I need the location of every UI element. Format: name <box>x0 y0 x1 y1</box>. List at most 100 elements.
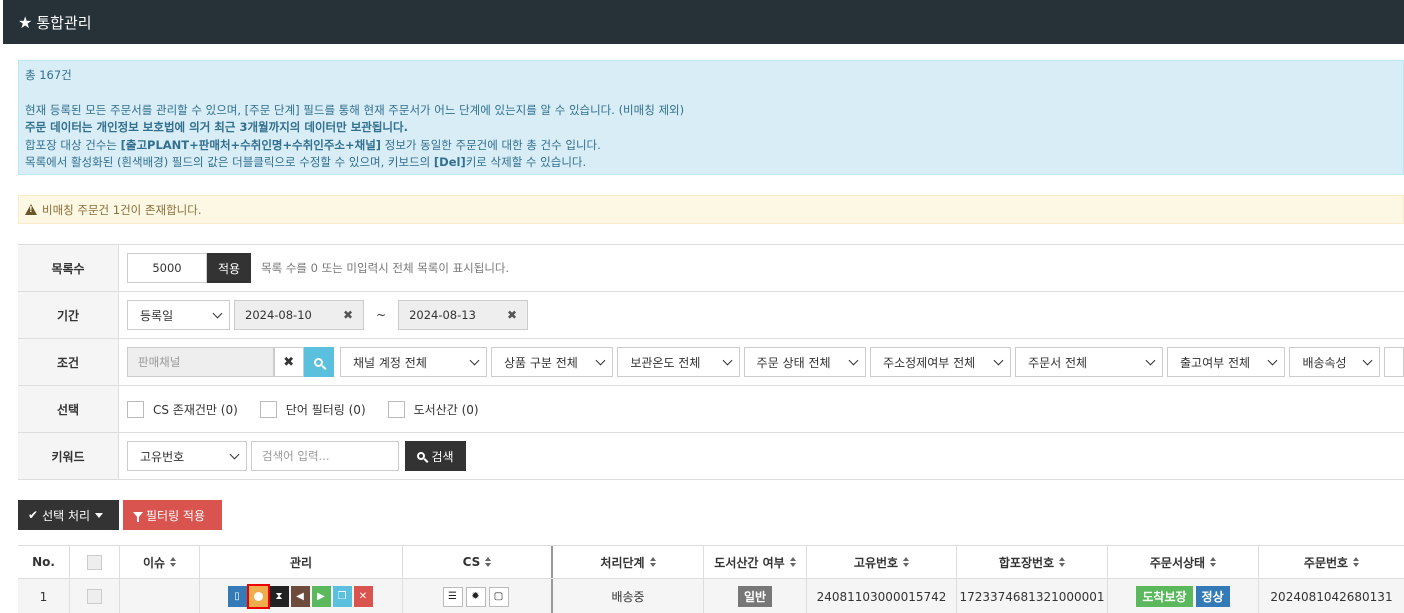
order-status-select[interactable]: 주문 상태 전체 <box>743 347 867 377</box>
cell-unique-id: 24081103000015742 <box>807 579 957 613</box>
select-value: 출고여부 전체 <box>1180 355 1251 370</box>
bulk-action-button[interactable]: ✔ 선택 처리 <box>18 500 119 530</box>
more-select[interactable] <box>1384 347 1404 377</box>
chevron-down-icon <box>229 449 240 459</box>
sort-icon <box>903 557 910 567</box>
orders-table: No. 이슈 관리 CS 처리단계 도서산간 여부 고유번호 합포장번호 주문서… <box>18 545 1404 613</box>
chevron-down-icon <box>1145 355 1156 365</box>
col-label: 합포장번호 <box>998 555 1055 570</box>
channel-placeholder: 판매채널 <box>138 355 181 369</box>
date-from-field[interactable]: 2024-08-10 ✖ <box>234 300 364 330</box>
select-value: 주문 상태 전체 <box>756 355 831 370</box>
col-island[interactable]: 도서산간 여부 <box>704 546 807 578</box>
storage-temp-select[interactable]: 보관온도 전체 <box>617 347 740 377</box>
row-checkbox[interactable] <box>87 589 102 604</box>
table-header: No. 이슈 관리 CS 처리단계 도서산간 여부 고유번호 합포장번호 주문서… <box>18 546 1404 579</box>
col-order-status[interactable]: 주문서상태 <box>1108 546 1259 578</box>
clear-icon[interactable]: ✖ <box>507 308 517 322</box>
col-unique-id[interactable]: 고유번호 <box>807 546 957 578</box>
check-icon: ✔ <box>28 508 39 522</box>
shipping-status-select[interactable]: 출고여부 전체 <box>1167 347 1286 377</box>
warning-text: 비매칭 주문건 1건이 존재합니다. <box>42 202 202 217</box>
col-label: 처리단계 <box>600 555 645 570</box>
checkbox-label: CS 존재건만 (0) <box>153 402 238 417</box>
settings-sliders-icon[interactable]: ☰ <box>442 586 463 607</box>
product-type-select[interactable]: 상품 구분 전체 <box>490 347 614 377</box>
keyword-field-value: 고유번호 <box>140 449 185 464</box>
order-sheet-select[interactable]: 주문서 전체 <box>1015 347 1164 377</box>
caret-down-icon <box>95 512 104 518</box>
status-badge: 정상 <box>1195 586 1230 607</box>
cell-no: 1 <box>18 579 70 613</box>
forward-icon[interactable]: ▶ <box>311 586 331 607</box>
apply-filter-label: 필터링 적용 <box>146 508 206 523</box>
row-keyword: 키워드 고유번호 검색어 입력... 검색 <box>18 433 1404 480</box>
keyword-placeholder: 검색어 입력... <box>262 449 330 463</box>
select-value: 주문서 전체 <box>1028 355 1088 370</box>
info-line-2: 주문 데이터는 개인정보 보호법에 의거 최근 3개월까지의 데이터만 보관됩니… <box>25 120 408 134</box>
keyword-input[interactable]: 검색어 입력... <box>251 441 399 471</box>
channel-input[interactable]: 판매채널 <box>127 347 274 377</box>
document-icon[interactable]: ▯ <box>227 586 247 607</box>
label-condition: 조건 <box>18 339 119 385</box>
checkbox-box[interactable] <box>127 400 144 418</box>
address-clean-select[interactable]: 주소정제여부 전체 <box>870 347 1012 377</box>
delivery-attr-select[interactable]: 배송속성 <box>1289 347 1381 377</box>
cell-island: 일반 <box>704 579 807 613</box>
copy-icon[interactable]: ❐ <box>332 586 352 607</box>
col-order-no[interactable]: 주문번호 <box>1259 546 1404 578</box>
col-stage[interactable]: 처리단계 <box>553 546 704 578</box>
date-type-select[interactable]: 등록일 <box>127 300 230 330</box>
island-checkbox[interactable]: 도서산간 (0) <box>387 400 479 418</box>
list-count-input[interactable]: 5000 <box>127 253 207 283</box>
date-from-value: 2024-08-10 <box>245 308 312 322</box>
col-cs[interactable]: CS <box>403 546 553 578</box>
select-all-checkbox[interactable] <box>87 554 102 570</box>
info-line-1: 현재 등록된 모든 주문서를 관리할 수 있으며, [주문 단계] 필드를 통해… <box>25 102 685 117</box>
gear-icon[interactable]: ✹ <box>465 586 486 607</box>
channel-search-button[interactable] <box>303 347 334 377</box>
apply-button[interactable]: 적용 <box>207 253 251 283</box>
col-issue[interactable]: 이슈 <box>120 546 200 578</box>
chevron-down-icon <box>1362 355 1373 365</box>
col-no: No. <box>18 546 70 578</box>
table-row[interactable]: 1 ▯ ⧗ ◀ ▶ ❐ ✕ ☰ ✹ ▢ 배송중 일반 2408110300001… <box>18 579 1404 613</box>
channel-account-select[interactable]: 채널 계정 전체 <box>340 347 487 377</box>
checkbox-box[interactable] <box>259 400 277 418</box>
label-keyword: 키워드 <box>18 433 119 479</box>
chevron-down-icon <box>595 355 606 365</box>
label-list-count: 목록수 <box>18 245 119 291</box>
hourglass-icon[interactable]: ⧗ <box>269 586 289 607</box>
word-filter-checkbox[interactable]: 단어 필터링 (0) <box>259 400 366 418</box>
note-icon[interactable]: ▢ <box>488 586 509 607</box>
total-count: 총 167건 <box>25 68 72 82</box>
sort-icon <box>1059 557 1066 567</box>
clear-icon[interactable]: ✖ <box>343 308 353 322</box>
col-label: 고유번호 <box>853 555 899 570</box>
page-header: ★ 통합관리 <box>3 0 1404 44</box>
col-select-all[interactable] <box>70 546 120 578</box>
info-line-4: 목록에서 활성화된 (흰색배경) 필드의 값은 더블클릭으로 수정할 수 있으며… <box>25 154 1397 172</box>
cell-order-no: 2024081042680131 <box>1270 589 1393 604</box>
checkbox-box[interactable] <box>387 400 405 418</box>
sort-icon <box>1353 557 1360 567</box>
date-type-value: 등록일 <box>140 308 174 323</box>
cs-only-checkbox[interactable]: CS 존재건만 (0) <box>127 400 238 418</box>
keyword-field-select[interactable]: 고유번호 <box>127 441 247 471</box>
col-pack-no[interactable]: 합포장번호 <box>957 546 1108 578</box>
guarantee-badge: 도착보장 <box>1136 586 1193 607</box>
list-count-hint: 목록 수를 0 또는 미입력시 전체 목록이 표시됩니다. <box>261 261 510 275</box>
search-button[interactable]: 검색 <box>405 441 466 471</box>
trash-icon[interactable]: ✕ <box>353 586 373 607</box>
col-label: 도서산간 여부 <box>714 555 785 570</box>
chevron-down-icon <box>993 355 1004 365</box>
select-value: 상품 구분 전체 <box>503 355 578 370</box>
cell-checkbox[interactable] <box>70 579 120 613</box>
clear-channel-button[interactable]: ✖ <box>273 347 304 377</box>
apply-filter-button[interactable]: 필터링 적용 <box>123 500 222 530</box>
cell-pack-no: 1723374681321000001 <box>957 579 1108 613</box>
date-to-field[interactable]: 2024-08-13 ✖ <box>398 300 529 330</box>
back-icon[interactable]: ◀ <box>290 586 310 607</box>
chevron-down-icon <box>848 355 859 365</box>
circle-icon[interactable] <box>246 584 270 609</box>
